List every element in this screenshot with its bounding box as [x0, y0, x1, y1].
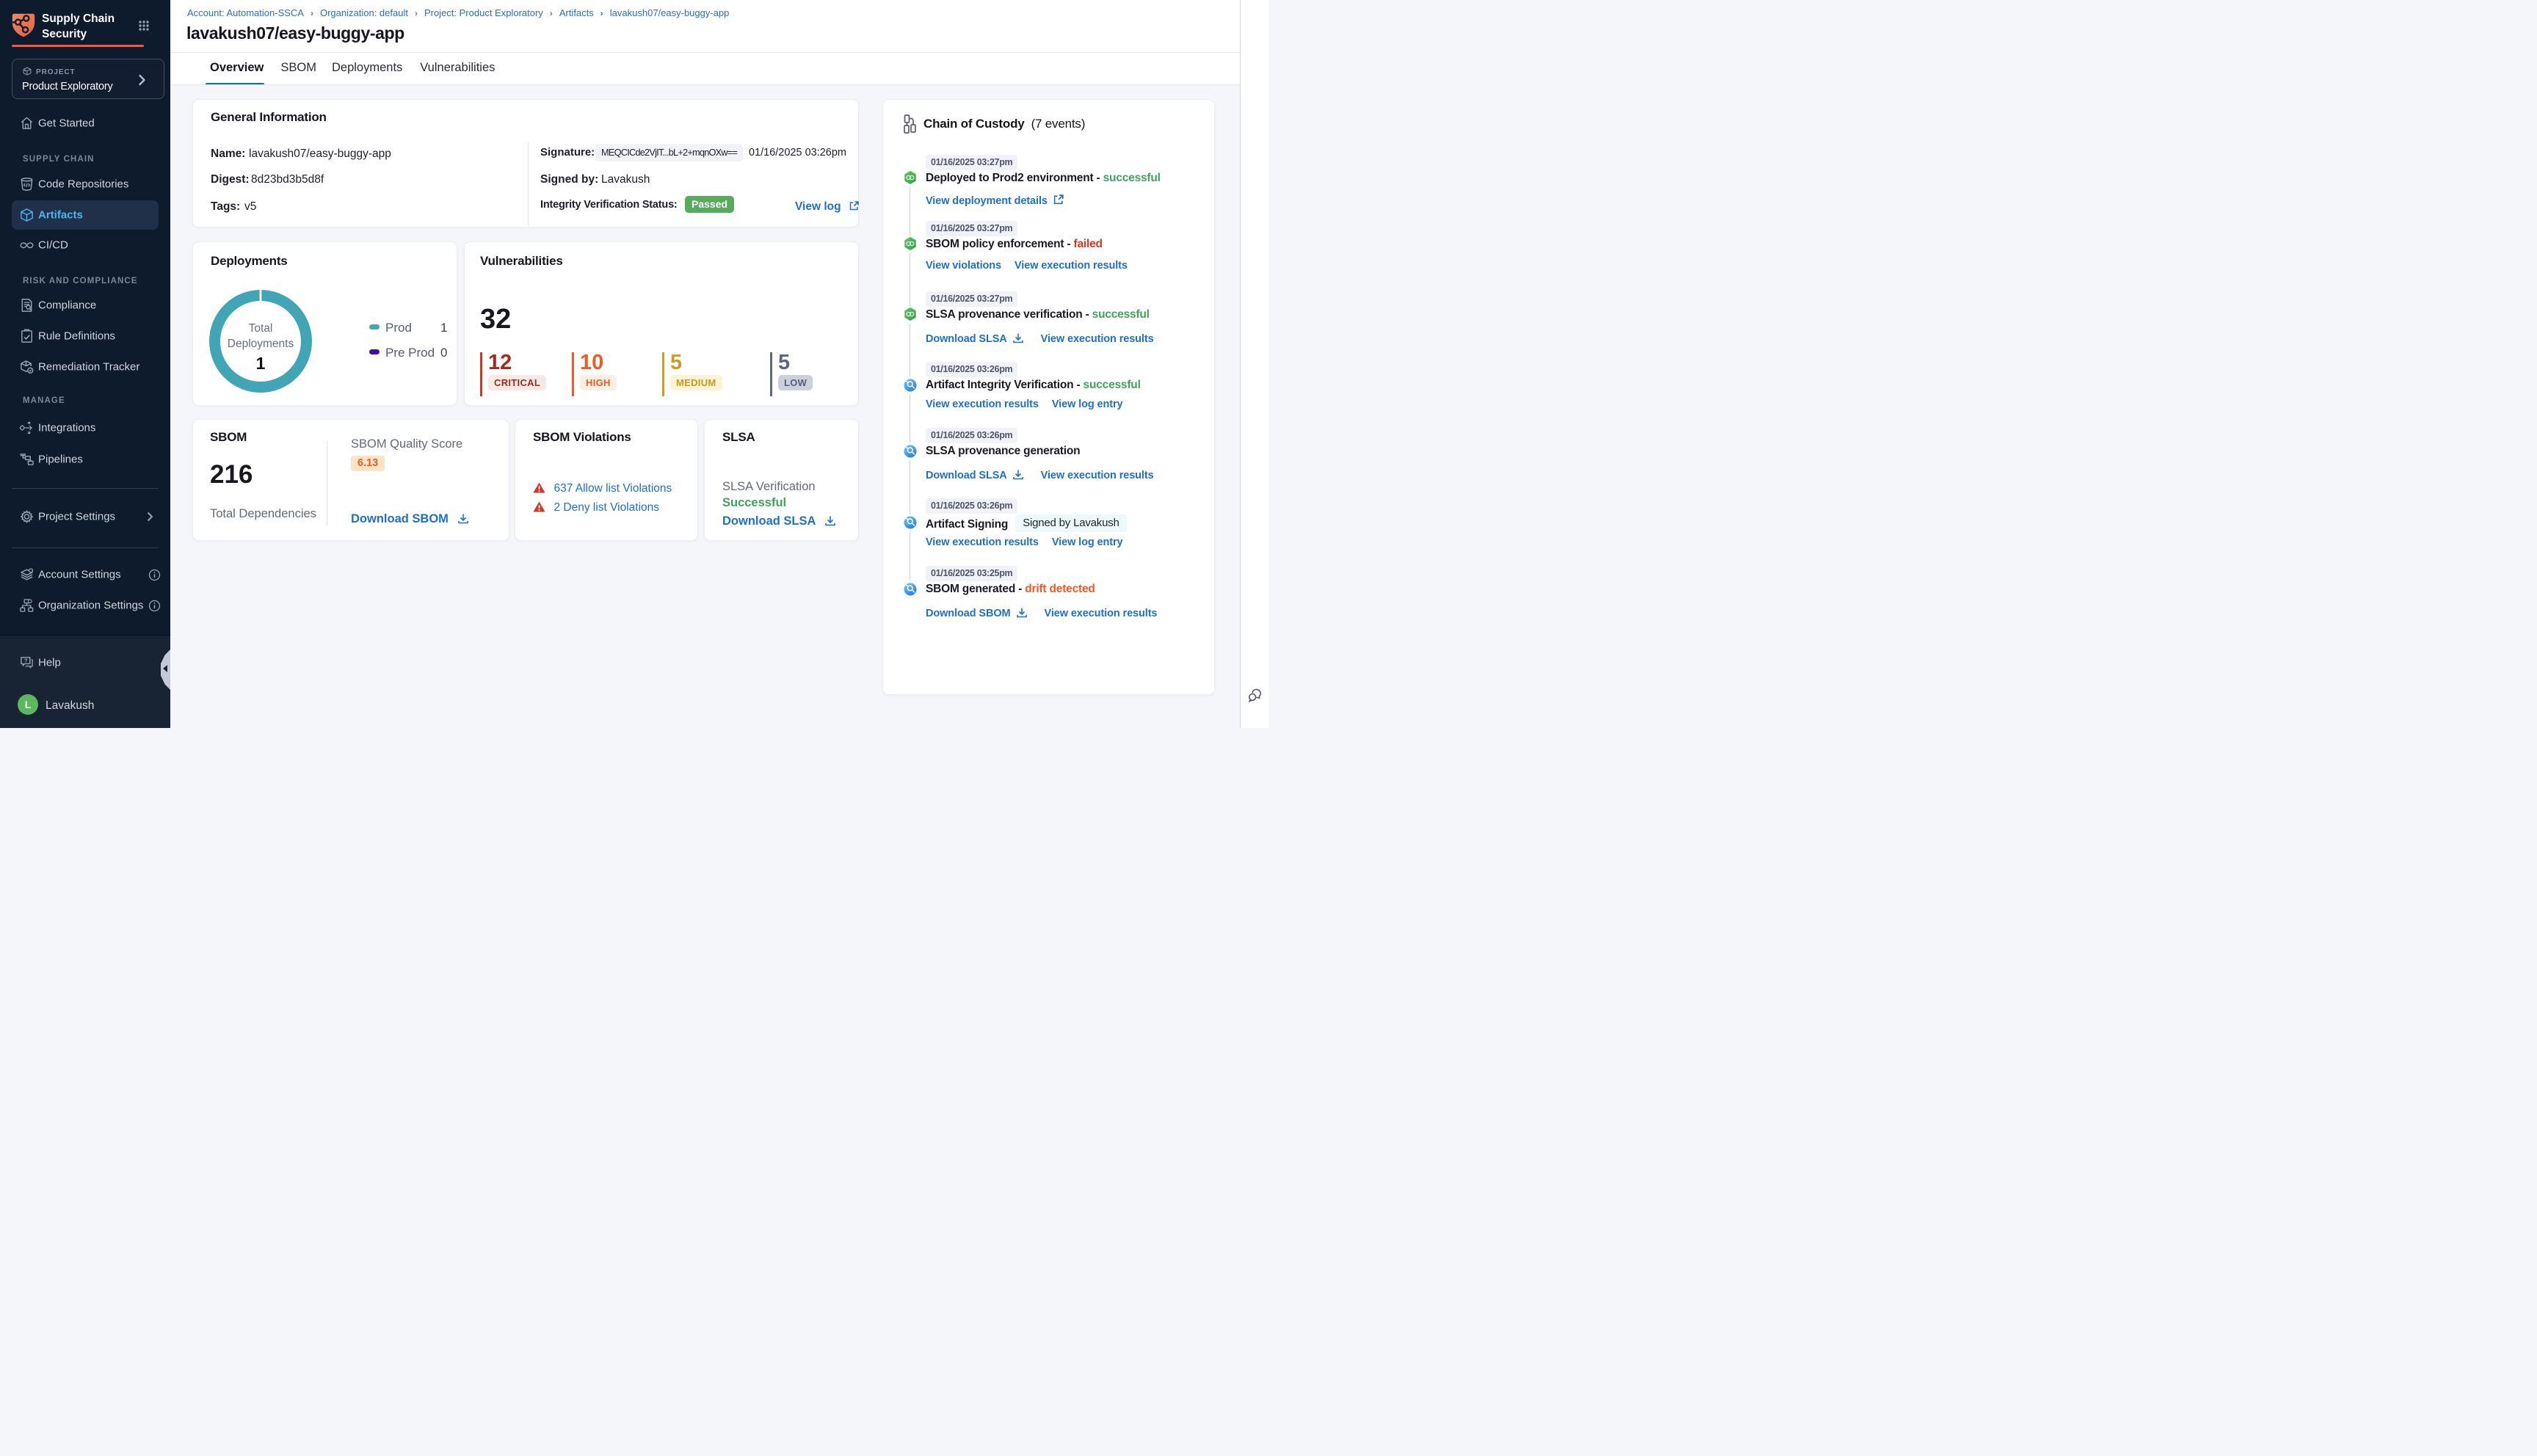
- svg-text:?: ?: [24, 658, 28, 664]
